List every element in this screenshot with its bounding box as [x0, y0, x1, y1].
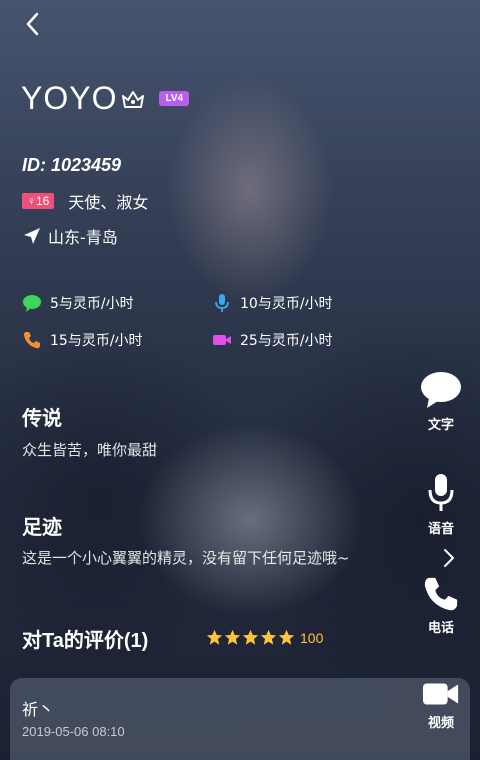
speech-bubble-icon — [421, 372, 461, 408]
location-row: 山东-青岛 — [22, 224, 118, 248]
star-icon — [224, 629, 241, 645]
video-call-button[interactable]: 视频 — [411, 680, 471, 731]
chat-bubble-icon — [23, 295, 41, 312]
phone-call-button[interactable]: 电话 — [411, 575, 471, 636]
star-icon — [242, 629, 259, 645]
rate-label: 5与灵币/小时 — [50, 296, 134, 312]
text-chat-button[interactable]: 文字 — [411, 370, 471, 433]
tags-row: ♀16 天使、淑女 — [22, 189, 148, 213]
video-camera-icon — [213, 335, 231, 345]
user-id: ID: 1023459 — [22, 155, 122, 175]
review-time: 2019-05-06 08:10 — [22, 724, 125, 739]
rate-text-chat: 5与灵币/小时 — [22, 293, 134, 313]
reviews-title: 对Ta的评价(1) — [22, 630, 149, 652]
phone-icon — [424, 577, 458, 611]
footprint-more-button[interactable] — [440, 547, 458, 569]
phone-call-label: 电话 — [427, 621, 454, 636]
microphone-icon — [428, 474, 454, 511]
level-badge: LV4 — [159, 91, 190, 106]
video-camera-icon — [422, 683, 459, 705]
star-icon — [260, 629, 277, 645]
rate-voice: 10与灵币/小时 — [212, 293, 333, 313]
profile-name-row: YOYO LV4 — [21, 80, 190, 117]
profile-name: YOYO — [21, 80, 118, 116]
rate-label: 25与灵币/小时 — [240, 333, 333, 349]
back-arrow-icon — [26, 12, 39, 36]
back-button[interactable] — [20, 10, 48, 38]
chevron-right-icon — [444, 549, 454, 567]
rate-label: 10与灵币/小时 — [240, 296, 333, 312]
location-arrow-icon — [24, 228, 40, 244]
footprint-text[interactable]: 这是一个小心翼翼的精灵，没有留下任何足迹哦~ — [22, 547, 350, 568]
rate-call: 15与灵币/小时 — [22, 330, 143, 350]
voice-chat-label: 语音 — [427, 522, 454, 537]
rating-stars: 100 — [206, 629, 323, 646]
personality-tags: 天使、淑女 — [68, 193, 149, 212]
microphone-icon — [215, 294, 229, 312]
location-text: 山东-青岛 — [48, 228, 118, 247]
video-call-label: 视频 — [427, 716, 454, 731]
legend-text: 众生皆苦，唯你最甜 — [22, 441, 158, 459]
phone-icon — [24, 332, 40, 349]
star-icon — [278, 629, 295, 645]
review-card: 祈丶 2019-05-06 08:10 — [10, 678, 470, 760]
gender-age-badge: ♀16 — [22, 193, 55, 209]
star-icon — [206, 629, 223, 645]
reviewer-name: 祈丶 — [22, 700, 55, 719]
footprint-title: 足迹 — [22, 515, 62, 539]
rate-label: 15与灵币/小时 — [50, 333, 143, 349]
rating-score: 100 — [300, 629, 324, 646]
text-chat-label: 文字 — [427, 418, 454, 433]
rate-video: 25与灵币/小时 — [212, 330, 333, 350]
legend-title: 传说 — [22, 406, 62, 430]
voice-chat-button[interactable]: 语音 — [411, 472, 471, 537]
crown-icon — [122, 90, 145, 108]
